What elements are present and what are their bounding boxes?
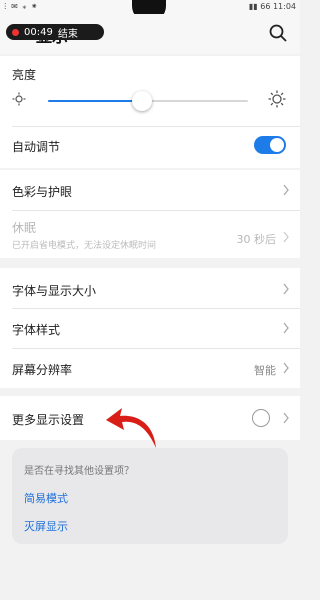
brightness-card: 亮度 自动调节 [0,56,300,168]
divider [12,126,300,127]
screen-recording-pill[interactable]: 00:49 结束 [6,24,104,40]
resolution-label: 屏幕分辨率 [12,363,73,377]
font-style-row[interactable]: 字体样式 [0,309,300,348]
touch-indicator-icon [252,409,270,427]
app-header: 显示 00:49 结束 [0,14,300,54]
brightness-slider-thumb[interactable] [132,91,152,111]
brightness-high-icon [268,90,286,108]
recording-dot-icon [12,28,19,36]
chevron-right-icon [283,362,289,374]
color-eye-label: 色彩与护眼 [12,185,73,199]
chevron-right-icon [283,322,289,334]
recording-time: 00:49 [24,26,53,38]
chevron-right-icon [283,412,289,424]
color-eye-row[interactable]: 色彩与护眼 [0,170,300,210]
toggle-knob [270,138,284,152]
more-display-label: 更多显示设置 [12,413,85,427]
font-size-row[interactable]: 字体与显示大小 [0,268,300,308]
brightness-label: 亮度 [12,68,37,82]
brightness-slider-fill [48,100,142,102]
resolution-value: 智能 [254,364,276,377]
suggestion-box: 是否在寻找其他设置项？ 简易模式 灭屏显示 [12,448,288,544]
color-sleep-card: 色彩与护眼 休眠 已开启省电模式，无法设定休眠时间 30 秒后 [0,170,300,258]
suggestion-question: 是否在寻找其他设置项？ [24,466,134,477]
sleep-value: 30 秒后 [236,233,277,246]
sleep-subtext: 已开启省电模式，无法设定休眠时间 [12,241,157,251]
chevron-right-icon [283,283,289,295]
chevron-right-icon [283,184,289,196]
font-size-label: 字体与显示大小 [12,284,97,298]
auto-adjust-toggle[interactable] [254,136,286,154]
ambient-display-link[interactable]: 灭屏显示 [24,518,68,534]
brightness-low-icon [12,92,26,106]
brightness-slider[interactable] [48,91,248,111]
simple-mode-link[interactable]: 简易模式 [24,490,68,506]
sleep-row: 休眠 已开启省电模式，无法设定休眠时间 30 秒后 [0,211,300,258]
resolution-row[interactable]: 屏幕分辨率 智能 [0,349,300,388]
status-icons-right: ▮▮ 66 11:04 [248,2,296,11]
font-resolution-card: 字体与显示大小 字体样式 屏幕分辨率 智能 [0,268,300,388]
red-arrow-annotation-icon [106,408,156,448]
auto-adjust-label: 自动调节 [12,140,61,154]
chevron-right-icon [283,231,289,243]
search-icon[interactable] [268,23,288,43]
sleep-label: 休眠 [12,221,37,235]
recording-end-button[interactable]: 结束 [58,25,78,40]
status-icons-left: ⵗ ✉ ⁎ ⁕ [4,2,39,11]
font-style-label: 字体样式 [12,323,61,337]
